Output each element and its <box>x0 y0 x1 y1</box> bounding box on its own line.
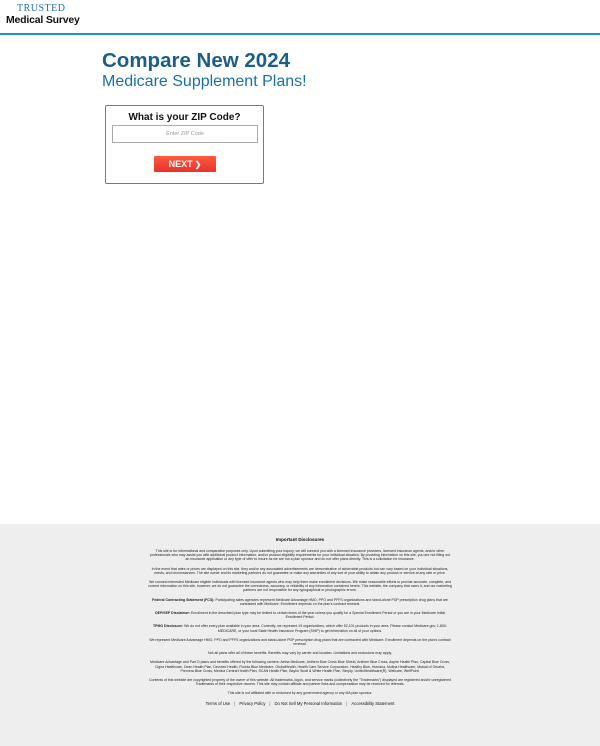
disclosure-paragraph-text: We represent Medicare Advantage HMO, PPO… <box>149 637 451 647</box>
disclosures-title: Important Disclosures <box>275 537 325 542</box>
page-subtitle: Medicare Supplement Plans! <box>102 73 307 90</box>
disclosure-paragraph: This site is for informational and compa… <box>148 549 452 562</box>
disclosure-paragraph: Contents of this website are copyrighted… <box>148 678 452 686</box>
disclosure-paragraph-label: Federal Contracting Statement (FCS): <box>152 597 215 602</box>
disclosure-paragraph-text: This site is not affiliated with or endo… <box>227 691 373 696</box>
disclosure-paragraph-text: Not all plans offer all of these benefit… <box>208 651 392 656</box>
zip-question-label: What is your ZIP Code? <box>128 112 241 123</box>
disclosure-paragraph-text: We connect interested Medicare eligible … <box>148 580 452 593</box>
disclosure-paragraph-text: We do not offer every plan available in … <box>184 624 448 633</box>
disclosure-paragraph: Not all plans offer all of these benefit… <box>148 651 452 655</box>
footer-links: Terms of Use | Privacy Policy | Do Not Sell … <box>148 701 452 706</box>
site-header: TRUSTED Medical Survey <box>0 0 600 35</box>
disclosure-paragraph: Medicare Advantage and Part D plans and … <box>148 660 452 673</box>
disclosure-paragraph-text: Medicare Advantage and Part D plans and … <box>150 660 450 673</box>
disclosure-paragraph: Federal Contracting Statement (FCS): Par… <box>148 598 452 606</box>
disclosure-paragraph: We connect interested Medicare eligible … <box>148 580 452 593</box>
site-logo[interactable]: TRUSTED Medical Survey <box>6 4 80 26</box>
zip-code-input[interactable] <box>112 125 258 143</box>
logo-medical-survey-text: Medical Survey <box>6 14 80 26</box>
disclosure-paragraph: OEP/SEP Disclaimer: Enrollment in the de… <box>148 611 452 619</box>
next-button-label: NEXT <box>168 159 193 169</box>
disclosure-paragraph: In the event that rates or prices are di… <box>148 567 452 575</box>
footer-content: Important Disclosures This site is for i… <box>148 537 452 706</box>
page-title: Compare New 2024 <box>102 49 291 72</box>
next-button[interactable]: NEXT ❯ <box>154 156 216 172</box>
disclosure-paragraph-text: In the event that rates or prices are di… <box>151 566 449 575</box>
accessibility-statement-link[interactable]: Accessibility Statement <box>347 701 398 706</box>
disclosure-paragraph-label: TPMO Disclosure: <box>152 624 184 629</box>
disclosure-paragraph-label: OEP/SEP Disclaimer: <box>154 611 191 616</box>
disclosure-paragraph-text: This site is for informational and compa… <box>149 549 451 562</box>
footer-disclosures: Important Disclosures This site is for i… <box>0 524 600 746</box>
terms-of-use-link[interactable]: Terms of Use <box>202 701 235 706</box>
disclosure-paragraph: This site is not affiliated with or endo… <box>148 691 452 695</box>
chevron-right-icon: ❯ <box>194 160 202 169</box>
disclosure-paragraph-text: Contents of this website are copyrighted… <box>149 678 451 687</box>
disclosure-paragraph-text: Enrollment in the described plan type ma… <box>191 611 446 620</box>
disclosure-paragraph-text: Participating sales agencies represent M… <box>215 597 448 606</box>
logo-trusted-text: TRUSTED <box>17 3 66 14</box>
privacy-policy-link[interactable]: Privacy Policy <box>235 701 269 706</box>
hero-section: Compare New 2024 Medicare Supplement Pla… <box>102 50 502 92</box>
disclosure-paragraphs: This site is for informational and compa… <box>148 549 452 696</box>
disclosure-paragraph: We represent Medicare Advantage HMO, PPO… <box>148 638 452 646</box>
do-not-sell-link[interactable]: Do Not Sell My Personal Information <box>271 701 347 706</box>
zip-form-card: What is your ZIP Code? NEXT❯ <box>105 105 264 184</box>
disclosure-paragraph: TPMO Disclosure: We do not offer every p… <box>148 624 452 632</box>
